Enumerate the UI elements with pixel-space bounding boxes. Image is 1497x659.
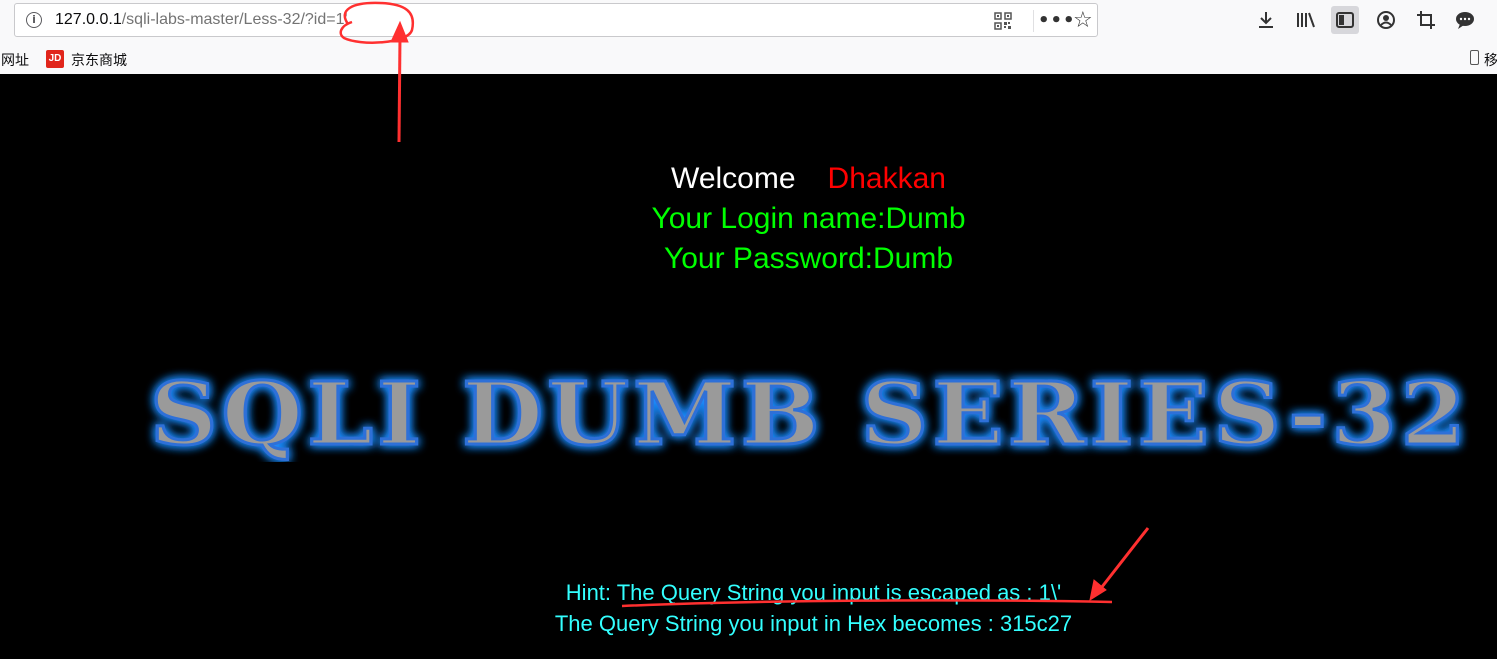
bookmark-star-icon[interactable]: ☆ — [1073, 8, 1093, 33]
banner-text: SQLI DUMB SERIES-32 — [150, 364, 1470, 462]
download-icon[interactable] — [1252, 6, 1280, 34]
user-name: Dhakkan — [827, 162, 946, 195]
url-bar-divider — [1033, 10, 1034, 32]
jd-logo-icon[interactable]: JD — [46, 50, 64, 68]
bookmarks-bar: 网址 京东商城 — [0, 46, 1497, 72]
account-icon[interactable] — [1372, 6, 1400, 34]
welcome-text: Welcome — [671, 162, 796, 195]
mobile-bookmarks-label[interactable]: 移 — [1484, 50, 1497, 70]
bookmark-jd[interactable]: 京东商城 — [71, 50, 127, 70]
page-content: Welcome Dhakkan Your Login name:Dumb Your… — [0, 74, 1497, 659]
hint-hex-line: The Query String you input in Hex become… — [554, 611, 1073, 636]
info-icon[interactable]: i — [26, 12, 42, 28]
screenshot-crop-icon[interactable] — [1412, 6, 1440, 34]
library-icon[interactable] — [1292, 6, 1320, 34]
chat-icon[interactable] — [1451, 6, 1479, 34]
bookmark-wangzhi[interactable]: 网址 — [1, 50, 29, 70]
browser-chrome: i 127.0.0.1/sqli-labs-master/Less-32/?id… — [0, 0, 1497, 74]
url-text[interactable]: 127.0.0.1/sqli-labs-master/Less-32/?id=1… — [55, 11, 348, 29]
hint-escaped-line: Hint: The Query String you input is esca… — [565, 580, 1062, 605]
login-name-line: Your Login name:Dumb — [651, 202, 966, 235]
url-bar[interactable]: i 127.0.0.1/sqli-labs-master/Less-32/?id… — [14, 3, 1098, 37]
password-line: Your Password:Dumb — [663, 242, 954, 275]
url-path: /sqli-labs-master/Less-32/?id=1' — [121, 11, 348, 28]
sidebar-icon[interactable] — [1331, 6, 1359, 34]
mobile-bookmarks-icon[interactable] — [1470, 50, 1479, 65]
welcome-line: Welcome Dhakkan — [0, 162, 1497, 196]
url-host: 127.0.0.1 — [55, 11, 122, 28]
series-banner: SQLI DUMB SERIES-32 — [149, 363, 1470, 463]
more-actions-icon[interactable]: ••• — [1038, 10, 1076, 31]
qr-code-icon[interactable] — [994, 12, 1012, 30]
